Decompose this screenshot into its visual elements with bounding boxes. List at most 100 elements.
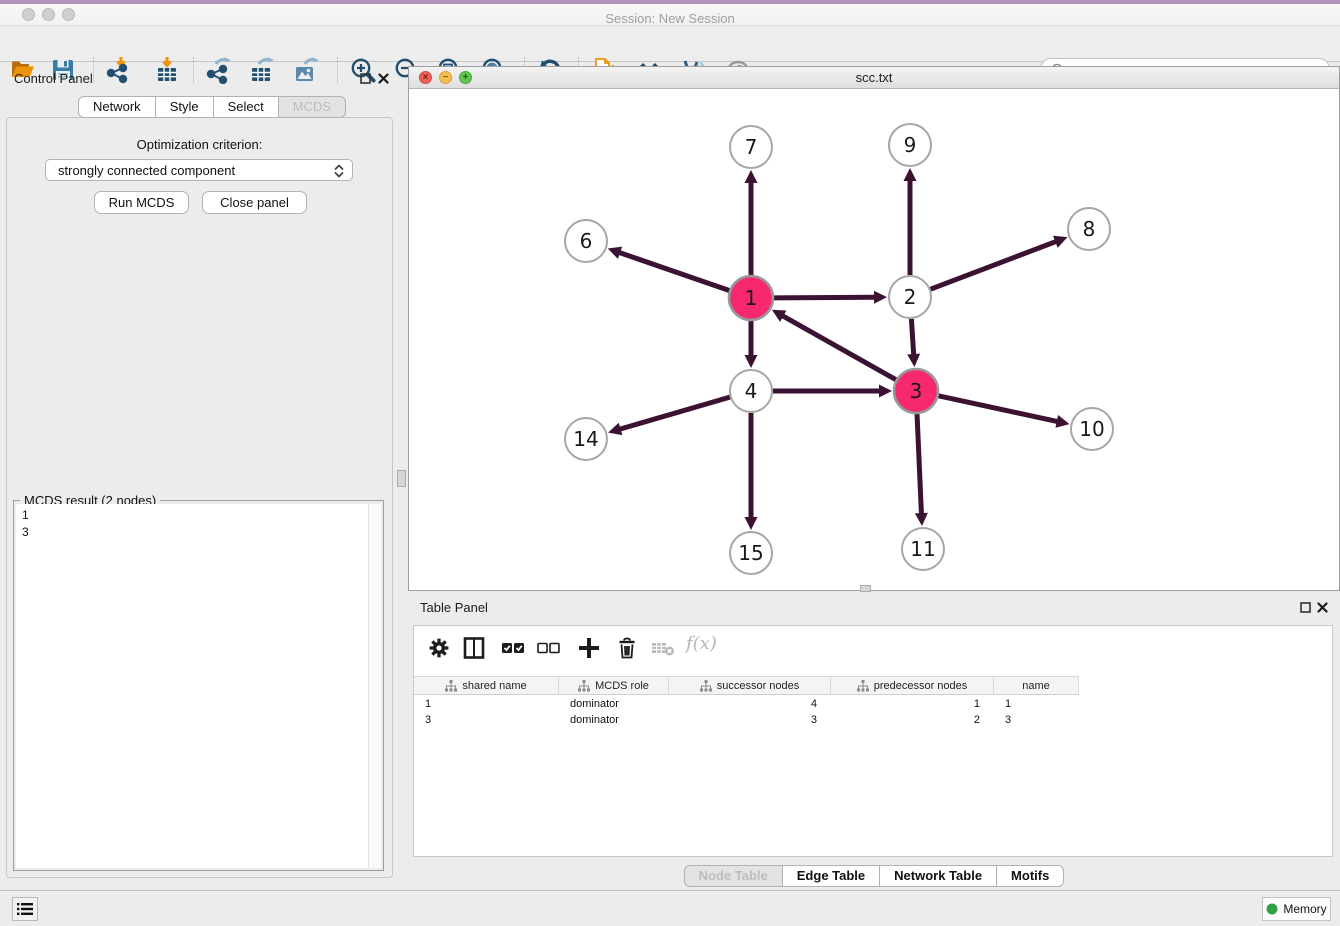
table-tabs: Node Table Edge Table Network Table Moti… [408, 865, 1340, 887]
float-panel-icon[interactable] [359, 72, 372, 85]
table-cell[interactable]: 1 [414, 696, 559, 712]
graph-edge-arrowhead [874, 291, 887, 304]
criterion-dropdown[interactable]: strongly connected component [45, 159, 353, 181]
network-view-window: × − + scc.txt 1234678910111415 [408, 66, 1340, 591]
graph-edge-arrowhead [907, 354, 920, 367]
table-cell[interactable]: 1 [994, 696, 1079, 712]
titlebar: Session: New Session [0, 4, 1340, 26]
graph-edge[interactable] [931, 241, 1058, 289]
table-cell[interactable]: 1 [831, 696, 994, 712]
column-header-shared-name[interactable]: shared name [414, 677, 559, 694]
graph-node-label: 8 [1083, 217, 1096, 241]
graph-edge[interactable] [938, 396, 1058, 422]
export-table-icon[interactable] [247, 56, 277, 84]
tab-mcds[interactable]: MCDS [279, 96, 346, 118]
hierarchy-icon [578, 680, 590, 692]
network-view-title: scc.txt [409, 67, 1339, 89]
graph-edge-arrowhead [745, 517, 758, 530]
table-cell[interactable]: 3 [994, 712, 1079, 728]
table-cell[interactable]: dominator [559, 712, 669, 728]
tab-style[interactable]: Style [156, 96, 214, 118]
export-image-icon[interactable] [291, 56, 321, 84]
delete-row-trash-icon[interactable] [614, 635, 640, 661]
column-header-predecessor-nodes[interactable]: predecessor nodes [831, 677, 994, 694]
graph-node-label: 11 [910, 537, 935, 561]
toolbar-separator [337, 57, 338, 83]
tab-network[interactable]: Network [78, 96, 156, 118]
graph-node-label: 2 [904, 285, 917, 309]
table-cell[interactable]: 4 [669, 696, 831, 712]
add-row-icon[interactable] [576, 635, 602, 661]
control-panel-title: Control Panel [14, 71, 93, 86]
graph-edge[interactable] [619, 397, 730, 429]
task-history-button[interactable] [12, 897, 38, 921]
vertical-splitter-handle[interactable] [397, 470, 406, 487]
hierarchy-icon [857, 680, 869, 692]
graph-edge[interactable] [774, 297, 876, 298]
table-cell[interactable]: 3 [669, 712, 831, 728]
graph-edge[interactable] [781, 315, 895, 380]
tab-network-table[interactable]: Network Table [880, 865, 997, 887]
graph-node-label: 14 [573, 427, 598, 451]
tab-node-table[interactable]: Node Table [684, 865, 783, 887]
status-bar [0, 890, 1340, 926]
result-scrollbar[interactable] [368, 504, 381, 868]
main-toolbar [0, 26, 1340, 62]
graph-edge-arrowhead [745, 355, 758, 368]
graph-edge-arrowhead [1055, 415, 1069, 428]
gear-icon[interactable] [426, 635, 452, 661]
import-table-icon[interactable] [152, 56, 182, 84]
graph-edge-arrowhead [608, 423, 622, 435]
graph-node-label: 4 [745, 379, 758, 403]
graph-edge-arrowhead [879, 385, 892, 398]
table-cell[interactable]: 2 [831, 712, 994, 728]
column-view-icon[interactable] [461, 635, 487, 661]
close-panel-icon[interactable] [377, 72, 390, 85]
graph-edge-arrowhead [904, 168, 917, 181]
float-table-panel-icon[interactable] [1299, 601, 1312, 614]
table-body: 1dominator4113dominator323 [414, 696, 1079, 728]
column-label: shared name [462, 680, 526, 692]
network-window-titlebar[interactable]: × − + scc.txt [409, 67, 1339, 89]
deselect-all-icon[interactable] [536, 635, 562, 661]
graph-edge[interactable] [618, 252, 729, 290]
column-label: name [1022, 680, 1050, 692]
horizontal-splitter-handle[interactable] [860, 585, 871, 592]
table-row[interactable]: 1dominator411 [414, 696, 1079, 712]
table-cell[interactable]: 3 [414, 712, 559, 728]
toolbar-separator [93, 57, 94, 83]
mcds-result-textarea[interactable]: 1 3 [16, 504, 381, 868]
graph-node-label: 6 [580, 229, 593, 253]
memory-button[interactable]: Memory [1262, 897, 1331, 921]
close-panel-button[interactable]: Close panel [202, 191, 307, 214]
table-header-row: shared name MCDS role successor nodes pr… [414, 676, 1079, 695]
table-cell[interactable]: dominator [559, 696, 669, 712]
result-line: 3 [16, 524, 381, 541]
criterion-value: strongly connected component [58, 163, 235, 178]
dropdown-stepper-icon [332, 162, 346, 180]
tab-select[interactable]: Select [214, 96, 279, 118]
network-canvas[interactable]: 1234678910111415 [409, 89, 1339, 590]
close-table-panel-icon[interactable] [1316, 601, 1329, 614]
table-row[interactable]: 3dominator323 [414, 712, 1079, 728]
toolbar-separator [193, 57, 194, 83]
table-panel-title: Table Panel [420, 600, 488, 615]
run-mcds-button[interactable]: Run MCDS [94, 191, 189, 214]
export-network-icon[interactable] [204, 56, 234, 84]
graph-edge-arrowhead [745, 170, 758, 183]
memory-status-icon [1266, 903, 1278, 915]
column-label: successor nodes [717, 680, 800, 692]
column-header-name[interactable]: name [994, 677, 1079, 694]
graph-edge[interactable] [917, 414, 921, 515]
tab-motifs[interactable]: Motifs [997, 865, 1064, 887]
column-header-successor-nodes[interactable]: successor nodes [669, 677, 831, 694]
graph-edge-arrowhead [915, 513, 928, 526]
column-header-mcds-role[interactable]: MCDS role [559, 677, 669, 694]
tab-edge-table[interactable]: Edge Table [783, 865, 880, 887]
graph-edge[interactable] [911, 319, 913, 356]
select-all-icon[interactable] [500, 635, 526, 661]
list-icon [17, 902, 33, 916]
memory-label: Memory [1283, 902, 1326, 916]
import-network-icon[interactable] [103, 56, 133, 84]
graph-node-label: 3 [910, 379, 923, 403]
